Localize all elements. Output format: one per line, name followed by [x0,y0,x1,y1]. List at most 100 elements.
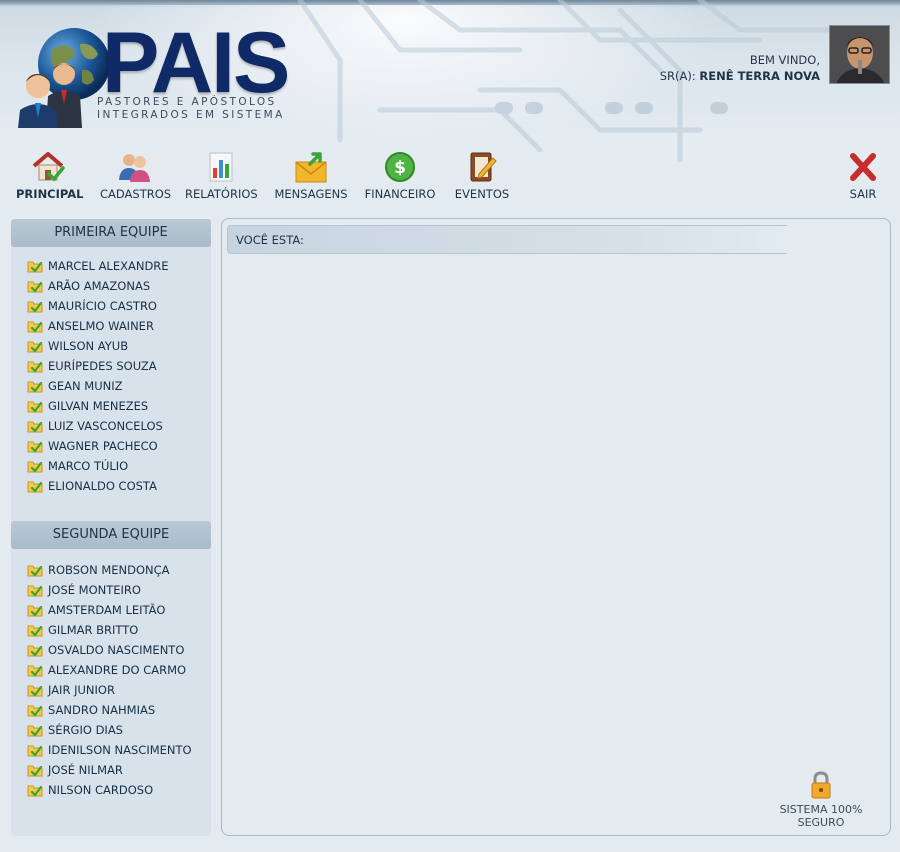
nav-cadastros-label: CADASTROS [100,187,172,201]
nav-mensagens[interactable]: MENSAGENS [274,150,348,201]
folder-check-icon [27,401,43,413]
segunda-equipe-list: ROBSON MENDONÇA JOSÉ MONTEIRO AMSTERDAM LE… [27,560,217,800]
list-item[interactable]: SANDRO NAHMIAS [27,700,217,720]
list-item-label: ROBSON MENDONÇA [48,563,170,577]
list-item-label: MARCEL ALEXANDRE [48,259,169,273]
folder-check-icon [27,765,43,777]
folder-check-icon [27,785,43,797]
list-item-label: SÉRGIO DIAS [48,723,123,737]
folder-check-icon [27,261,43,273]
bar-chart-icon [209,152,233,182]
folder-check-icon [27,461,43,473]
folder-check-icon [27,665,43,677]
logo-subtitle-line1: PASTORES E APÓSTOLOS [97,96,277,108]
folder-check-icon [27,381,43,393]
folder-check-icon [27,341,43,353]
list-item-label: MARCO TÚLIO [48,459,129,473]
folder-check-icon [27,625,43,637]
lock-icon [811,771,831,799]
folder-check-icon [27,481,43,493]
list-item[interactable]: ELIONALDO COSTA [27,476,217,496]
list-item-label: GILVAN MENEZES [48,399,149,413]
list-item[interactable]: WILSON AYUB [27,336,217,356]
list-item[interactable]: MARCEL ALEXANDRE [27,256,217,276]
folder-check-icon [27,281,43,293]
nav-eventos-label: EVENTOS [454,187,510,201]
nav-financeiro-label: FINANCEIRO [364,187,436,201]
close-x-icon [850,153,876,181]
group-title-segunda-equipe: SEGUNDA EQUIPE [11,521,211,549]
folder-check-icon [27,685,43,697]
list-item-label: IDENILSON NASCIMENTO [48,743,192,757]
dollar-coin-icon: $ [385,152,415,182]
nav-principal-label: PRINCIPAL [16,187,84,201]
folder-check-icon [27,605,43,617]
list-item[interactable]: AMSTERDAM LEITÃO [27,600,217,620]
nav-financeiro[interactable]: $ FINANCEIRO [364,150,436,201]
svg-text:$: $ [394,158,406,178]
folder-check-icon [27,361,43,373]
folder-check-icon [27,725,43,737]
list-item[interactable]: LUIZ VASCONCELOS [27,416,217,436]
list-item-label: SANDRO NAHMIAS [48,703,156,717]
primeira-equipe-list: MARCEL ALEXANDRE ARÃO AMAZONAS MAURÍCIO CA… [27,256,217,496]
list-item-label: ARÃO AMAZONAS [48,279,151,293]
pais-logo[interactable]: PAIS PASTORES E APÓSTOLOS INTEGRADOS EM … [14,20,294,130]
list-item-label: AMSTERDAM LEITÃO [48,603,166,617]
folder-check-icon [27,421,43,433]
user-prefix: SR(A): [659,69,696,83]
list-item[interactable]: ARÃO AMAZONAS [27,276,217,296]
list-item-label: GILMAR BRITTO [48,623,139,637]
list-item-label: ELIONALDO COSTA [48,479,157,493]
secure-text: SISTEMA 100% SEGURO [779,803,863,829]
list-item[interactable]: WAGNER PACHECO [27,436,217,456]
main-panel: VOCÊ ESTA: SISTEMA 100% SEGURO [221,218,891,836]
list-item[interactable]: JOSÉ NILMAR [27,760,217,780]
list-item[interactable]: MAURÍCIO CASTRO [27,296,217,316]
logo-word: PAIS [102,15,290,111]
list-item[interactable]: EURÍPEDES SOUZA [27,356,217,376]
list-item-label: EURÍPEDES SOUZA [48,359,157,373]
list-item-label: WILSON AYUB [48,339,129,353]
nav-mensagens-label: MENSAGENS [274,187,348,201]
list-item[interactable]: GILVAN MENEZES [27,396,217,416]
user-line: SR(A): RENÊ TERRA NOVA [660,68,820,84]
nav-sair[interactable]: SAIR [843,150,883,201]
list-item[interactable]: GILMAR BRITTO [27,620,217,640]
list-item[interactable]: GEAN MUNIZ [27,376,217,396]
nav-principal[interactable]: PRINCIPAL [16,150,84,201]
list-item-label: GEAN MUNIZ [48,379,123,393]
list-item-label: NILSON CARDOSO [48,783,154,797]
folder-check-icon [27,441,43,453]
list-item[interactable]: IDENILSON NASCIMENTO [27,740,217,760]
nav-relatorios[interactable]: RELATÓRIOS [185,150,258,201]
folder-check-icon [27,585,43,597]
folder-check-icon [27,301,43,313]
header: PAIS PASTORES E APÓSTOLOS INTEGRADOS EM … [0,0,900,210]
list-item[interactable]: JOSÉ MONTEIRO [27,580,217,600]
list-item[interactable]: NILSON CARDOSO [27,780,217,800]
house-check-icon [32,152,65,182]
nav-eventos[interactable]: EVENTOS [452,150,512,201]
notebook-pencil-icon [470,152,497,182]
avatar[interactable] [829,25,890,84]
list-item[interactable]: JAIR JUNIOR [27,680,217,700]
avatar-photo-icon [830,26,889,83]
nav-relatorios-label: RELATÓRIOS [185,187,258,201]
list-item[interactable]: ROBSON MENDONÇA [27,560,217,580]
nav-sair-label: SAIR [849,187,877,201]
folder-check-icon [27,705,43,717]
list-item[interactable]: MARCO TÚLIO [27,456,217,476]
list-item[interactable]: OSVALDO NASCIMENTO [27,640,217,660]
logo-subtitle-line2: INTEGRADOS EM SISTEMA [97,109,285,121]
folder-check-icon [27,565,43,577]
list-item-label: ALEXANDRE DO CARMO [48,663,187,677]
list-item-label: OSVALDO NASCIMENTO [48,643,185,657]
list-item[interactable]: ANSELMO WAINER [27,316,217,336]
welcome-text: BEM VINDO, [749,53,820,67]
list-item[interactable]: SÉRGIO DIAS [27,720,217,740]
list-item-label: JOSÉ MONTEIRO [48,583,141,597]
nav-cadastros[interactable]: CADASTROS [100,150,172,201]
list-item[interactable]: ALEXANDRE DO CARMO [27,660,217,680]
folder-check-icon [27,321,43,333]
